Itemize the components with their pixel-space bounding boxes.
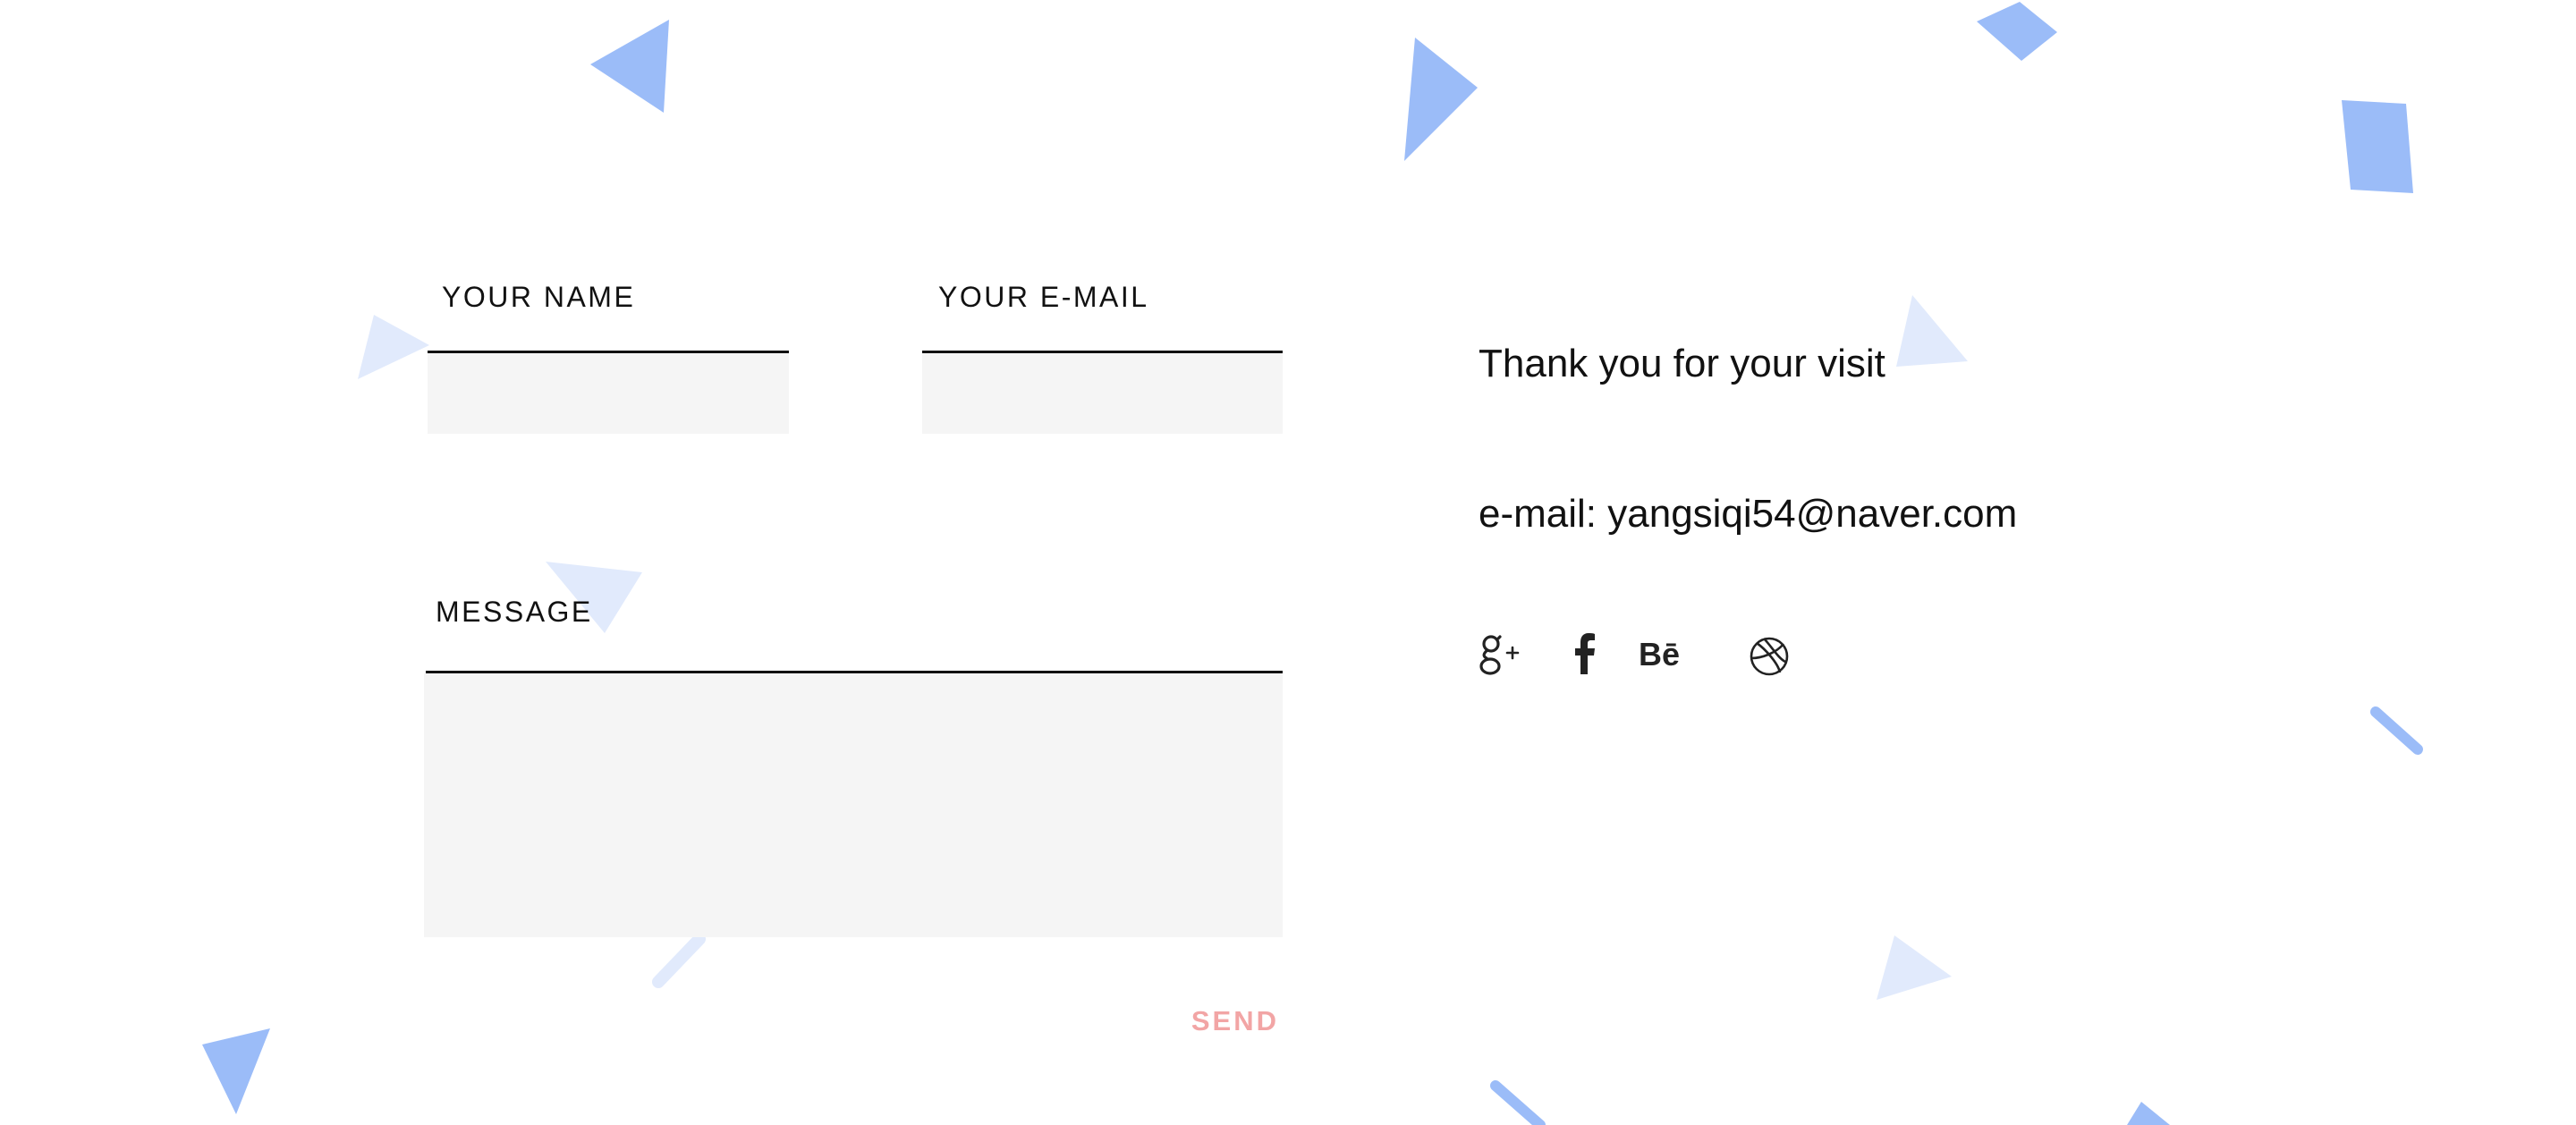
name-input[interactable]	[428, 353, 789, 434]
confetti-square	[2342, 100, 2413, 193]
send-button[interactable]: SEND	[1163, 998, 1279, 1045]
email-label: YOUR E-MAIL	[938, 281, 1149, 313]
confetti-triangle	[1404, 38, 1478, 161]
confetti-diamond	[1977, 2, 2057, 61]
confetti-stick	[652, 933, 706, 988]
confetti-triangle	[590, 20, 669, 113]
google-plus-icon[interactable]	[1470, 622, 1531, 683]
name-label: YOUR NAME	[442, 281, 636, 313]
message-input[interactable]	[424, 673, 1283, 937]
thanks-message: Thank you for your visit	[1479, 342, 1885, 385]
contact-email: e-mail: yangsiqi54@naver.com	[1479, 492, 2018, 536]
email-input[interactable]	[922, 353, 1283, 434]
behance-icon[interactable]: Bē	[1637, 622, 1708, 683]
confetti-triangle	[1896, 295, 1968, 367]
confetti-triangle	[358, 315, 429, 379]
dribbble-icon[interactable]	[1739, 622, 1800, 683]
confetti-triangle	[202, 1028, 270, 1114]
svg-text:Bē: Bē	[1639, 636, 1680, 672]
confetti-stick	[1490, 1080, 1546, 1125]
message-label: MESSAGE	[436, 596, 593, 628]
facebook-icon[interactable]	[1555, 622, 1615, 683]
confetti-triangle	[1877, 935, 1952, 1000]
confetti-triangle	[2127, 1102, 2170, 1125]
confetti-background	[202, 2, 2423, 1125]
confetti-stick	[2370, 706, 2423, 755]
